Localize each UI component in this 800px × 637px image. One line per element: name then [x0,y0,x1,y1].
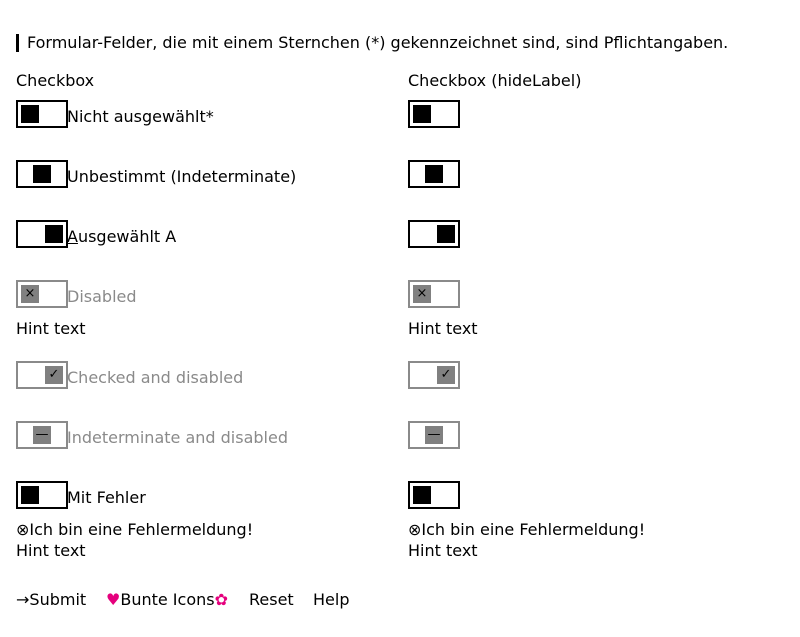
close-icon: × [21,285,39,303]
check-icon: ✓ [437,366,455,384]
error-icon: ⊗ [408,520,422,539]
checkbox-unchecked[interactable] [16,100,68,128]
checkbox-checked-label-text: usgewählt A [77,227,177,246]
hint-text: Hint text [16,319,86,338]
column-heading-checkbox-hidelabel: Checkbox (hideLabel) [408,71,582,90]
checkbox-checked-disabled: ✓ [16,361,68,389]
checkbox-error-label: Mit Fehler [67,488,146,507]
checkbox-indeterminate-label: Unbestimmt (Indeterminate) [67,167,297,186]
checkbox-checked-disabled-label: Checked and disabled [67,368,244,387]
close-icon: × [413,285,431,303]
hint-text: Hint text [408,319,478,338]
checkbox-indeterminate[interactable] [16,160,68,188]
checkbox-disabled-label: Disabled [67,287,137,306]
flower-icon: ✿ [214,590,228,609]
checkbox-unchecked-label: Nicht ausgewählt* [67,107,214,126]
check-icon: ✓ [45,366,63,384]
hint-text: Hint text [408,541,478,560]
switch-knob [33,165,51,183]
required-fields-note: Formular-Felder, die mit einem Sternchen… [16,34,728,52]
colorful-icons-button[interactable]: ♥Bunte Icons✿ [106,591,228,609]
column-heading-checkbox: Checkbox [16,71,95,90]
switch-knob [425,165,443,183]
minus-icon: — [33,426,51,444]
checkbox-disabled-hidelabel: × [408,280,460,308]
switch-knob [413,486,431,504]
checkbox-checked-label: Ausgewählt A [67,227,176,247]
checkbox-indeterminate-hidelabel[interactable] [408,160,460,188]
help-button[interactable]: Help [313,591,349,609]
checkbox-disabled: × [16,280,68,308]
submit-button[interactable]: →Submit [16,591,86,609]
checkbox-checked-hidelabel[interactable] [408,220,460,248]
checkbox-indeterminate-disabled-hidelabel: — [408,421,460,449]
error-message-text: Ich bin eine Fehlermeldung! [421,520,646,539]
reset-button[interactable]: Reset [249,591,294,609]
switch-knob [413,105,431,123]
checkbox-indeterminate-disabled: — [16,421,68,449]
colorful-icons-button-label: Bunte Icons [120,590,215,609]
arrow-right-icon: → [16,590,30,609]
switch-knob [45,225,63,243]
minus-icon: — [425,426,443,444]
checkbox-error[interactable] [16,481,68,509]
switch-knob [21,486,39,504]
error-message: ⊗Ich bin eine Fehlermeldung! [408,521,645,539]
checkbox-error-hidelabel[interactable] [408,481,460,509]
checkbox-indeterminate-disabled-label: Indeterminate and disabled [67,428,288,447]
checkbox-checked[interactable] [16,220,68,248]
switch-knob [437,225,455,243]
access-key-letter: A [67,227,78,246]
heart-icon: ♥ [106,590,121,609]
error-message-text: Ich bin eine Fehlermeldung! [29,520,254,539]
checkbox-checked-disabled-hidelabel: ✓ [408,361,460,389]
error-message: ⊗Ich bin eine Fehlermeldung! [16,521,253,539]
error-icon: ⊗ [16,520,30,539]
submit-button-label: Submit [29,590,87,609]
checkbox-unchecked-hidelabel[interactable] [408,100,460,128]
switch-knob [21,105,39,123]
hint-text: Hint text [16,541,86,560]
